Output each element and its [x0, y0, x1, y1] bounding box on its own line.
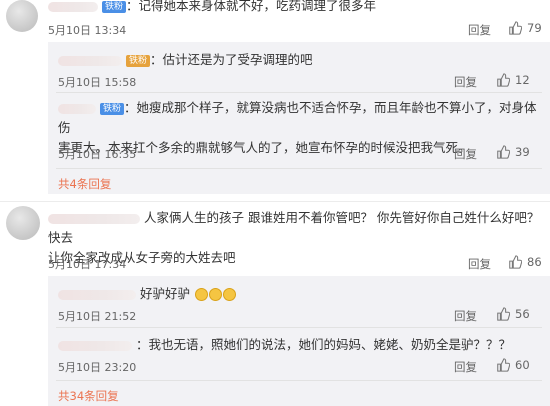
- sub-reply-time: 5月10日 21:52: [58, 310, 137, 323]
- reply-button[interactable]: 回复: [468, 256, 491, 272]
- thumbs-up-icon: [509, 21, 522, 35]
- sub-replies: 铁粉 ：估计还是为了受孕调理的吧 5月10日 15:58 回复 12 铁粉 ：她瘦成…: [48, 42, 550, 194]
- username-blurred[interactable]: [48, 1, 98, 12]
- fan-badge: 铁粉: [99, 102, 124, 115]
- username-blurred[interactable]: [58, 103, 96, 114]
- more-replies-link[interactable]: 共34条回复: [58, 388, 119, 404]
- sub-reply-text: 铁粉 ：估计还是为了受孕调理的吧: [58, 50, 313, 70]
- reply-button[interactable]: 回复: [454, 359, 477, 375]
- username-blurred[interactable]: [58, 340, 132, 351]
- like-count: 60: [515, 358, 530, 372]
- reply-button[interactable]: 回复: [454, 74, 477, 90]
- comment-time: 5月10日 13:34: [48, 24, 127, 37]
- thumbs-up-icon: [497, 358, 510, 372]
- reply-button[interactable]: 回复: [454, 146, 477, 162]
- sub-reply-time: 5月10日 15:58: [58, 76, 137, 89]
- like-count: 56: [515, 307, 530, 321]
- sub-reply: 铁粉 ：估计还是为了受孕调理的吧 5月10日 15:58 回复 12: [48, 42, 550, 92]
- clap-emoji-icon: [194, 288, 208, 301]
- thumbs-up-icon: [497, 307, 510, 321]
- comment-text: 铁粉 ：记得她本来身体就不好，吃药调理了很多年: [48, 0, 376, 16]
- sub-reply-text: ：我也无语，照她们的说法，她们的妈妈、姥姥、奶奶全是驴？？？: [58, 335, 511, 355]
- like-count: 86: [527, 255, 542, 269]
- like-button[interactable]: 60: [496, 358, 530, 372]
- sub-replies: 好驴好驴 5月10日 21:52 回复 56 ：我也无语，照她们的说法，她们的妈…: [48, 276, 550, 406]
- username-blurred[interactable]: [58, 55, 122, 66]
- reply-button[interactable]: 回复: [468, 22, 491, 38]
- sub-reply: 好驴好驴 5月10日 21:52 回复 56: [48, 276, 550, 326]
- username-blurred[interactable]: [58, 289, 136, 300]
- like-button[interactable]: 86: [508, 255, 542, 269]
- comment-item: 铁粉 ：记得她本来身体就不好，吃药调理了很多年 5月10日 13:34 回复 79…: [0, 0, 550, 200]
- reply-button[interactable]: 回复: [454, 308, 477, 324]
- more-replies-link[interactable]: 共4条回复: [58, 176, 111, 192]
- sub-reply: 铁粉 ：她瘦成那个样子，就算没病也不适合怀孕，而且年龄也不算小了，对身体伤 害更大…: [48, 92, 550, 166]
- fan-badge: 铁粉: [125, 54, 150, 67]
- like-count: 39: [515, 145, 530, 159]
- like-button[interactable]: 39: [496, 145, 530, 159]
- like-button[interactable]: 79: [508, 21, 542, 35]
- fan-badge: 铁粉: [101, 0, 126, 13]
- thumbs-up-icon: [509, 255, 522, 269]
- like-button[interactable]: 56: [496, 307, 530, 321]
- username-blurred[interactable]: [48, 213, 140, 224]
- sub-reply-text: 好驴好驴: [58, 284, 236, 304]
- like-count: 79: [527, 21, 542, 35]
- sub-reply-time: 5月10日 16:35: [58, 148, 137, 161]
- comment-time: 5月10日 17:34: [48, 258, 127, 271]
- like-count: 12: [515, 73, 530, 87]
- comment-separator: [0, 201, 550, 202]
- divider: [56, 380, 542, 381]
- clap-emoji-icon: [222, 288, 236, 301]
- thumbs-up-icon: [497, 145, 510, 159]
- divider: [56, 168, 542, 169]
- avatar[interactable]: [6, 0, 38, 32]
- thumbs-up-icon: [497, 73, 510, 87]
- clap-emoji-icon: [208, 288, 222, 301]
- avatar[interactable]: [6, 206, 40, 240]
- sub-reply-time: 5月10日 23:20: [58, 361, 137, 374]
- sub-reply: ：我也无语，照她们的说法，她们的妈妈、姥姥、奶奶全是驴？？？ 5月10日 23:…: [48, 327, 550, 379]
- like-button[interactable]: 12: [496, 73, 530, 87]
- comment-item: 人家俩人生的孩子 跟谁姓用不着你管吧？ 你先管好你自己姓什么好吧？ 快去 让你全…: [0, 204, 550, 406]
